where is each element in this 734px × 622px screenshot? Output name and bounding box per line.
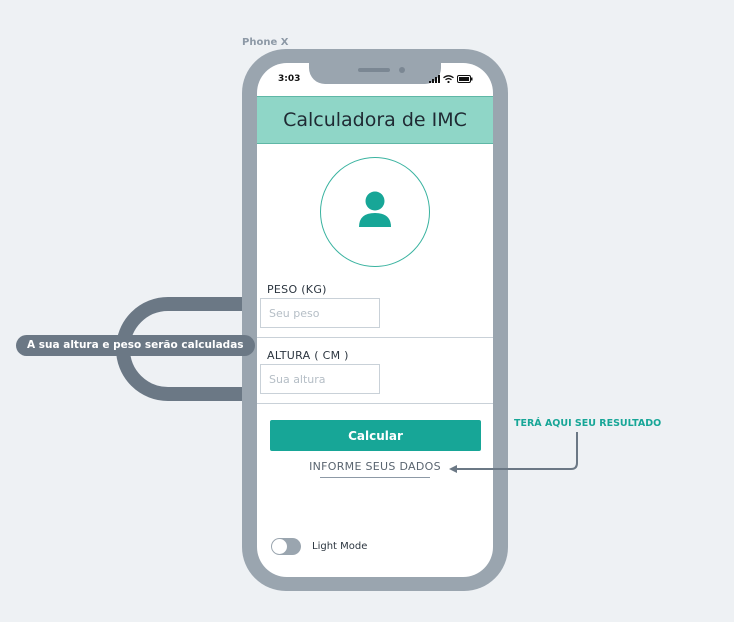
result-annotation: TERÁ AQUI SEU RESULTADO xyxy=(514,418,662,429)
result-arrow-connector xyxy=(449,432,578,473)
arrow-left-icon xyxy=(449,465,457,473)
